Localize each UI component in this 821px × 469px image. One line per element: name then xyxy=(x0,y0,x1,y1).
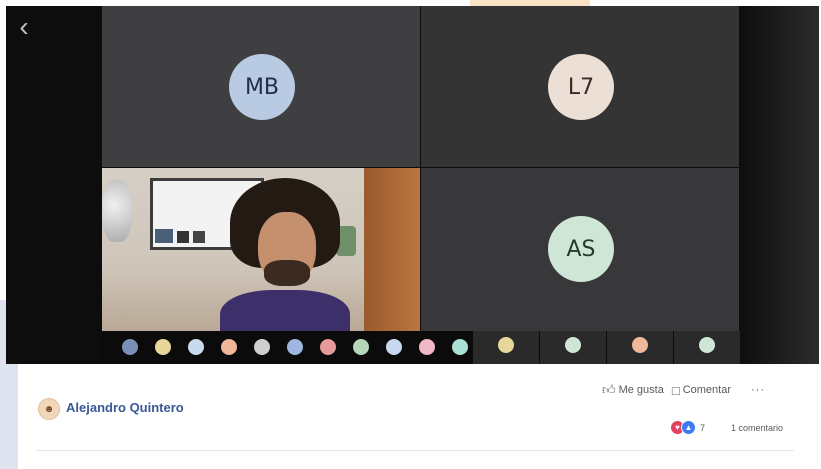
comment-button[interactable]: □ Comentar xyxy=(672,383,731,398)
participant-thumbnail[interactable] xyxy=(607,331,673,364)
divider xyxy=(36,450,794,451)
like-label: Me gusta xyxy=(618,384,664,396)
participant-chip[interactable] xyxy=(188,339,204,355)
participant-chip[interactable] xyxy=(386,339,402,355)
back-arrow-icon[interactable]: ‹ xyxy=(10,10,38,44)
participant-chip[interactable] xyxy=(452,339,468,355)
participant-chip[interactable] xyxy=(353,339,369,355)
participant-tile[interactable]: L7 xyxy=(421,6,739,167)
participant-chip[interactable] xyxy=(221,339,237,355)
participant-video-person xyxy=(220,178,350,331)
like-button[interactable]: 👍︎ Me gusta xyxy=(602,382,664,398)
participant-chip[interactable] xyxy=(155,339,171,355)
participant-tile[interactable]: MB xyxy=(102,6,420,167)
post-footer: 👍︎ Me gusta □ Comentar ··· ☻ Alejandro Q… xyxy=(18,364,821,469)
person-beard xyxy=(264,260,310,286)
participant-chip xyxy=(632,337,648,353)
author-avatar[interactable]: ☻ xyxy=(38,398,60,420)
door-image xyxy=(364,168,420,331)
participant-chip[interactable] xyxy=(254,339,270,355)
participant-avatar: AS xyxy=(548,216,614,282)
poster-detail xyxy=(177,231,189,243)
comment-icon: □ xyxy=(671,382,680,398)
participant-chip xyxy=(699,337,715,353)
thumbs-up-icon: 👍︎ xyxy=(602,382,616,397)
viewer-edge-shadow xyxy=(739,6,819,364)
participant-chip[interactable] xyxy=(122,339,138,355)
participant-chip xyxy=(498,337,514,353)
participant-chip[interactable] xyxy=(287,339,303,355)
participant-video-tile[interactable] xyxy=(102,168,420,331)
person-shirt xyxy=(220,290,350,331)
video-call-grid: MB L7 AS xyxy=(102,6,739,331)
participant-avatar: MB xyxy=(229,54,295,120)
photo-viewer[interactable]: ‹ MB L7 AS xyxy=(6,6,819,364)
poster-detail xyxy=(193,231,205,243)
reaction-count: 7 xyxy=(700,422,706,433)
poster-detail xyxy=(155,229,173,243)
post-actions: 👍︎ Me gusta □ Comentar ··· xyxy=(602,382,765,398)
participant-tile[interactable]: AS xyxy=(421,168,739,331)
participant-thumbnail[interactable] xyxy=(674,331,740,364)
participant-thumbnail[interactable] xyxy=(540,331,606,364)
comment-count-link[interactable]: 1 comentario xyxy=(731,423,783,433)
participant-thumbnail[interactable] xyxy=(473,331,539,364)
participant-chip xyxy=(565,337,581,353)
lamp-image xyxy=(102,180,132,242)
participant-chip[interactable] xyxy=(419,339,435,355)
participant-chip[interactable] xyxy=(320,339,336,355)
participant-avatar: L7 xyxy=(548,54,614,120)
participant-strip xyxy=(102,331,740,364)
comment-label: Comentar xyxy=(682,384,731,396)
like-reaction-icon: ▲ xyxy=(681,420,696,435)
author-name-link[interactable]: Alejandro Quintero xyxy=(66,400,184,415)
more-options-icon[interactable]: ··· xyxy=(751,384,765,396)
reactions-summary[interactable]: ♥ ▲ 7 1 comentario xyxy=(670,420,783,435)
